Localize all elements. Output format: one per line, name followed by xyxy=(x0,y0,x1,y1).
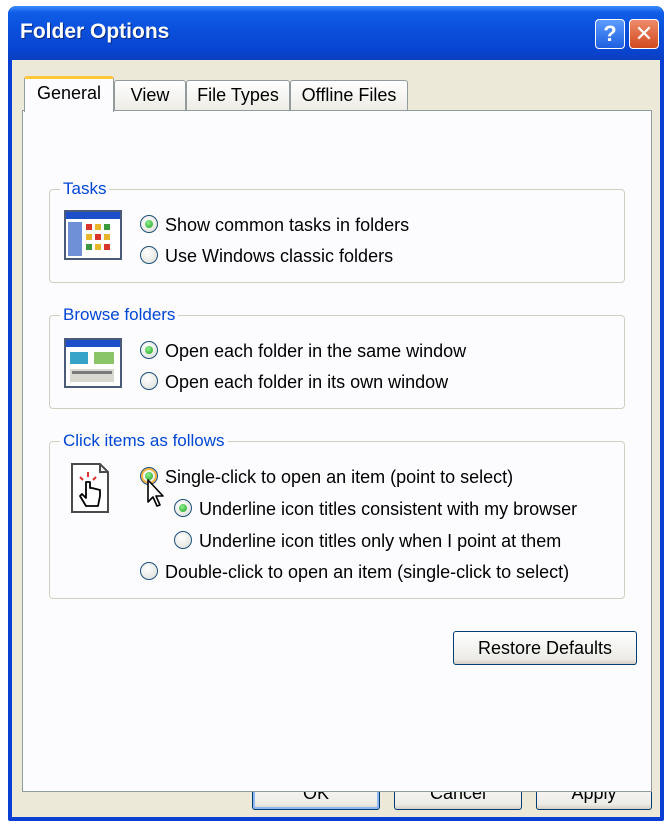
close-button[interactable]: ✕ xyxy=(629,19,659,49)
tab-view[interactable]: View xyxy=(114,80,186,111)
question-mark-icon: ? xyxy=(603,21,617,46)
click-items-group-title: Click items as follows xyxy=(60,430,228,452)
classic-folders-radio[interactable] xyxy=(140,246,158,264)
browse-folders-group-title: Browse folders xyxy=(60,304,179,326)
help-button[interactable]: ? xyxy=(595,19,625,49)
restore-defaults-button[interactable]: Restore Defaults xyxy=(453,631,637,665)
tasks-group-title: Tasks xyxy=(60,178,110,200)
tab-file-types-label: File Types xyxy=(197,85,279,105)
same-window-folder-icon xyxy=(64,338,122,393)
folder-options-window: Folder Options ? ✕ General View File Typ… xyxy=(8,6,664,821)
browse-folders-group: Browse folders Open each folder in the s… xyxy=(49,304,625,409)
task-pane-folder-icon xyxy=(64,210,122,265)
window-title: Folder Options xyxy=(20,20,170,43)
title-bar[interactable]: Folder Options ? ✕ xyxy=(8,6,664,60)
dialog-client-area: General View File Types Offline Files Ta… xyxy=(12,60,660,817)
underline-point-label: Underline icon titles only when I point … xyxy=(199,531,562,551)
close-icon: ✕ xyxy=(634,21,654,46)
click-items-group: Click items as follows Single-click to o… xyxy=(49,430,625,599)
own-window-radio[interactable] xyxy=(140,372,158,390)
underline-browser-radio[interactable] xyxy=(174,499,192,517)
tab-view-label: View xyxy=(130,85,170,105)
underline-browser-label: Underline icon titles consistent with my… xyxy=(199,499,578,519)
hand-pointer-click-icon xyxy=(70,462,110,519)
show-common-tasks-label: Show common tasks in folders xyxy=(165,215,410,235)
tab-general-label: General xyxy=(36,83,102,103)
show-common-tasks-radio[interactable] xyxy=(140,215,158,233)
restore-defaults-label: Restore Defaults xyxy=(477,638,613,658)
double-click-label: Double-click to open an item (single-cli… xyxy=(165,562,570,582)
general-tab-panel: Tasks Show common tasks in folders Use W… xyxy=(22,110,652,792)
same-window-label: Open each folder in the same window xyxy=(165,341,467,361)
underline-point-radio[interactable] xyxy=(174,531,192,549)
tab-offline-files[interactable]: Offline Files xyxy=(290,80,408,111)
tab-general[interactable]: General xyxy=(24,76,114,112)
classic-folders-label: Use Windows classic folders xyxy=(165,246,394,266)
tasks-group: Tasks Show common tasks in folders Use W… xyxy=(49,178,625,283)
mouse-cursor-icon xyxy=(146,478,168,513)
tab-offline-files-label: Offline Files xyxy=(301,85,397,105)
double-click-radio[interactable] xyxy=(140,562,158,580)
same-window-radio[interactable] xyxy=(140,341,158,359)
own-window-label: Open each folder in its own window xyxy=(165,372,449,392)
single-click-label: Single-click to open an item (point to s… xyxy=(165,467,514,487)
tab-file-types[interactable]: File Types xyxy=(186,80,290,111)
